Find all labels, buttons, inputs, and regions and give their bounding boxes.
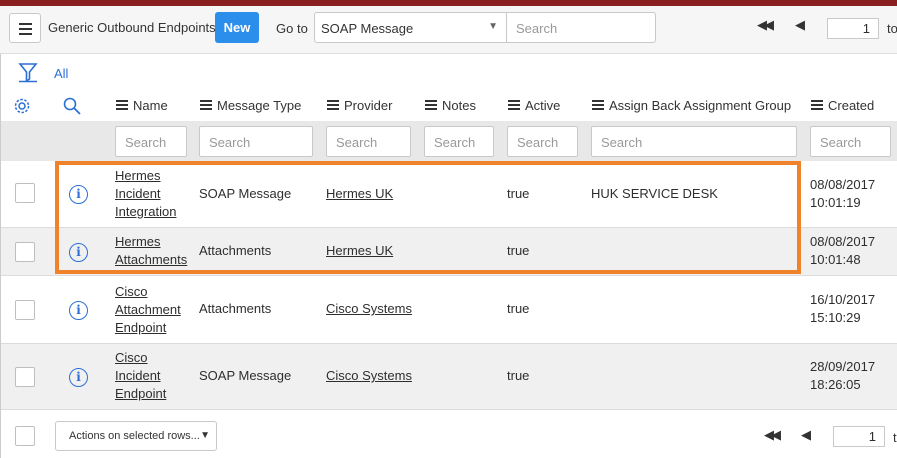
column-header-notes[interactable]: Notes — [425, 98, 476, 114]
list-title: Generic Outbound Endpoints — [48, 20, 216, 35]
previous-page-icon[interactable]: ◀ — [795, 17, 805, 33]
gear-icon[interactable] — [12, 96, 32, 119]
row-checkbox[interactable] — [15, 300, 35, 320]
list-header: Generic Outbound Endpoints New Go to SOA… — [0, 6, 897, 54]
list-menu-button[interactable] — [9, 13, 41, 43]
page-number-input[interactable]: 1 — [833, 426, 885, 447]
info-icon[interactable]: i — [69, 368, 88, 387]
column-menu-icon — [425, 98, 437, 112]
created-cell: 28/09/2017 18:26:05 — [810, 359, 876, 392]
created-cell: 16/10/2017 15:10:29 — [810, 292, 876, 325]
chevron-down-icon: ▼ — [488, 21, 498, 32]
first-page-icon[interactable]: ◀◀ — [764, 427, 781, 443]
goto-label: Go to — [276, 21, 308, 36]
created-cell: 08/08/2017 10:01:19 — [810, 177, 876, 210]
page-number-input[interactable]: 1 — [827, 18, 879, 39]
chevron-down-icon: ▼ — [200, 430, 210, 441]
column-header-message-type[interactable]: Message Type — [200, 98, 301, 114]
list-footer: Actions on selected rows... ▼ ◀◀ ◀ 1 t — [0, 410, 897, 458]
table-row[interactable]: i Cisco Incident Endpoint SOAP Message C… — [0, 344, 897, 410]
select-all-checkbox[interactable] — [15, 426, 35, 446]
assign-back-group-search-input[interactable]: Search — [591, 126, 797, 157]
left-border — [0, 54, 1, 458]
goto-field-select[interactable]: SOAP Message ▼ — [314, 12, 507, 43]
column-search-row: Search Search Search Search Search Searc… — [0, 121, 897, 161]
active-cell: true — [507, 301, 530, 316]
column-menu-icon — [811, 98, 823, 112]
highlighted-rows-outline — [55, 161, 801, 274]
row-checkbox[interactable] — [15, 183, 35, 203]
breadcrumb-all[interactable]: All — [54, 66, 68, 81]
provider-search-input[interactable]: Search — [326, 126, 411, 157]
provider-link[interactable]: Cisco Systems — [326, 300, 412, 318]
search-placeholder: Search — [516, 21, 558, 36]
active-cell: true — [507, 368, 530, 383]
previous-page-icon[interactable]: ◀ — [801, 427, 811, 443]
message-type-cell: Attachments — [199, 301, 272, 316]
column-header-created[interactable]: Created — [811, 98, 874, 114]
column-menu-icon — [200, 98, 212, 112]
row-checkbox[interactable] — [15, 242, 35, 262]
message-type-search-input[interactable]: Search — [199, 126, 313, 157]
name-cell[interactable]: Cisco Incident Endpoint — [115, 349, 166, 403]
provider-link[interactable]: Cisco Systems — [326, 367, 412, 385]
active-search-input[interactable]: Search — [507, 126, 578, 157]
column-header-assign-back-group[interactable]: Assign Back Assignment Group — [592, 98, 791, 114]
column-menu-icon — [116, 98, 128, 112]
search-icon[interactable] — [62, 96, 82, 119]
column-menu-icon — [327, 98, 339, 112]
page-range-text: to — [887, 21, 897, 36]
column-header-active[interactable]: Active — [508, 98, 560, 114]
actions-on-selected-rows-select[interactable]: Actions on selected rows... ▼ — [55, 421, 217, 451]
first-page-icon[interactable]: ◀◀ — [757, 17, 774, 33]
filter-bar: All — [0, 55, 897, 89]
name-search-input[interactable]: Search — [115, 126, 187, 157]
created-cell: 08/08/2017 10:01:48 — [810, 234, 876, 267]
notes-search-input[interactable]: Search — [424, 126, 494, 157]
name-cell[interactable]: Cisco Attachment Endpoint — [115, 283, 181, 337]
column-menu-icon — [592, 98, 604, 112]
created-search-input[interactable]: Search — [810, 126, 891, 157]
column-header-row: Name Message Type Provider Notes Active … — [0, 89, 897, 122]
row-checkbox[interactable] — [15, 367, 35, 387]
list-search-input[interactable]: Search — [506, 12, 656, 43]
column-menu-icon — [508, 98, 520, 112]
new-button[interactable]: New — [215, 12, 259, 43]
goto-field-value: SOAP Message — [321, 21, 414, 36]
message-type-cell: SOAP Message — [199, 368, 292, 383]
column-header-provider[interactable]: Provider — [327, 98, 392, 114]
column-header-name[interactable]: Name — [116, 98, 168, 114]
info-icon[interactable]: i — [69, 301, 88, 320]
table-row[interactable]: i Cisco Attachment Endpoint Attachments … — [0, 276, 897, 344]
filter-icon[interactable] — [18, 61, 38, 86]
page-range-text: t — [893, 430, 897, 445]
